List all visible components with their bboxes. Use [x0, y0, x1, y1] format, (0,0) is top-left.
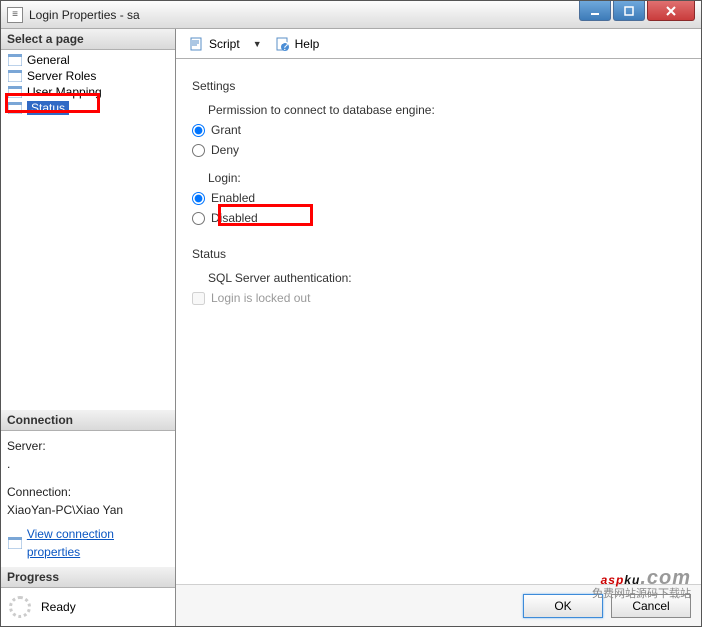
status-heading: Status [192, 247, 685, 261]
page-icon [7, 69, 23, 83]
window-title: Login Properties - sa [29, 8, 140, 22]
ok-button[interactable]: OK [523, 594, 603, 618]
nav-item-server-roles[interactable]: Server Roles [1, 68, 175, 84]
nav-item-general[interactable]: General [1, 52, 175, 68]
auth-label: SQL Server authentication: [208, 271, 685, 285]
permission-label: Permission to connect to database engine… [208, 103, 685, 117]
locked-checkbox-row: Login is locked out [192, 291, 685, 305]
deny-label[interactable]: Deny [211, 143, 239, 157]
view-connection-properties-link[interactable]: View connection properties [27, 525, 169, 561]
disabled-radio[interactable] [192, 212, 205, 225]
svg-text:?: ? [281, 39, 288, 51]
help-icon: ? [275, 36, 291, 52]
progress-ready-label: Ready [41, 600, 76, 614]
page-icon [7, 53, 23, 67]
watermark-brand-c: .com [640, 567, 691, 589]
enabled-radio[interactable] [192, 192, 205, 205]
connection-value: XiaoYan-PC\Xiao Yan [7, 501, 169, 519]
progress-body: Ready [1, 588, 175, 626]
nav-label: Server Roles [27, 69, 96, 83]
maximize-button[interactable] [613, 1, 645, 21]
link-icon [7, 536, 23, 550]
script-dropdown-icon[interactable]: ▼ [249, 39, 266, 49]
enabled-label[interactable]: Enabled [211, 191, 255, 205]
content-area: Settings Permission to connect to databa… [176, 59, 701, 584]
window-body: Select a page General Server Roles [1, 29, 701, 626]
disabled-label[interactable]: Disabled [211, 211, 258, 225]
nav-label: User Mapping [27, 85, 102, 99]
grant-radio-row: Grant [192, 123, 685, 137]
page-icon [7, 85, 23, 99]
help-label: Help [295, 37, 320, 51]
page-icon [7, 101, 23, 115]
titlebar[interactable]: ≡ Login Properties - sa [1, 1, 701, 29]
locked-checkbox [192, 292, 205, 305]
right-pane: Script ▼ ? Help Settings Permission to c… [176, 29, 701, 626]
sidebar-spacer [1, 118, 175, 410]
nav-item-user-mapping[interactable]: User Mapping [1, 84, 175, 100]
connection-header: Connection [1, 410, 175, 431]
watermark-brand-b: ku [624, 573, 640, 587]
deny-radio[interactable] [192, 144, 205, 157]
nav-label: Status [27, 101, 69, 115]
page-nav-list: General Server Roles User Mapping [1, 50, 175, 118]
progress-spinner-icon [9, 596, 31, 618]
watermark-tagline: 免费网站源码下载站 [592, 589, 691, 600]
close-button[interactable] [647, 1, 695, 21]
locked-label: Login is locked out [211, 291, 310, 305]
nav-item-status[interactable]: Status [1, 100, 175, 116]
script-label: Script [209, 37, 240, 51]
minimize-button[interactable] [579, 1, 611, 21]
help-button[interactable]: ? Help [270, 33, 325, 55]
settings-heading: Settings [192, 79, 685, 93]
window-icon: ≡ [7, 7, 23, 23]
server-label: Server: [7, 437, 169, 455]
login-label: Login: [208, 171, 685, 185]
watermark-brand-a: asp [601, 573, 625, 587]
connection-label: Connection: [7, 483, 169, 501]
window-buttons [577, 1, 695, 21]
select-page-header: Select a page [1, 29, 175, 50]
script-icon [189, 36, 205, 52]
login-properties-window: ≡ Login Properties - sa Select a page [0, 0, 702, 627]
script-button[interactable]: Script [184, 33, 245, 55]
deny-radio-row: Deny [192, 143, 685, 157]
grant-radio[interactable] [192, 124, 205, 137]
server-value: . [7, 455, 169, 473]
connection-body: Server: . Connection: XiaoYan-PC\Xiao Ya… [1, 431, 175, 567]
toolbar: Script ▼ ? Help [176, 29, 701, 59]
grant-label[interactable]: Grant [211, 123, 241, 137]
left-pane: Select a page General Server Roles [1, 29, 176, 626]
disabled-radio-row: Disabled [192, 211, 685, 225]
watermark: aspku.com 免费网站源码下载站 [592, 561, 691, 600]
enabled-radio-row: Enabled [192, 191, 685, 205]
progress-header: Progress [1, 567, 175, 588]
nav-label: General [27, 53, 70, 67]
